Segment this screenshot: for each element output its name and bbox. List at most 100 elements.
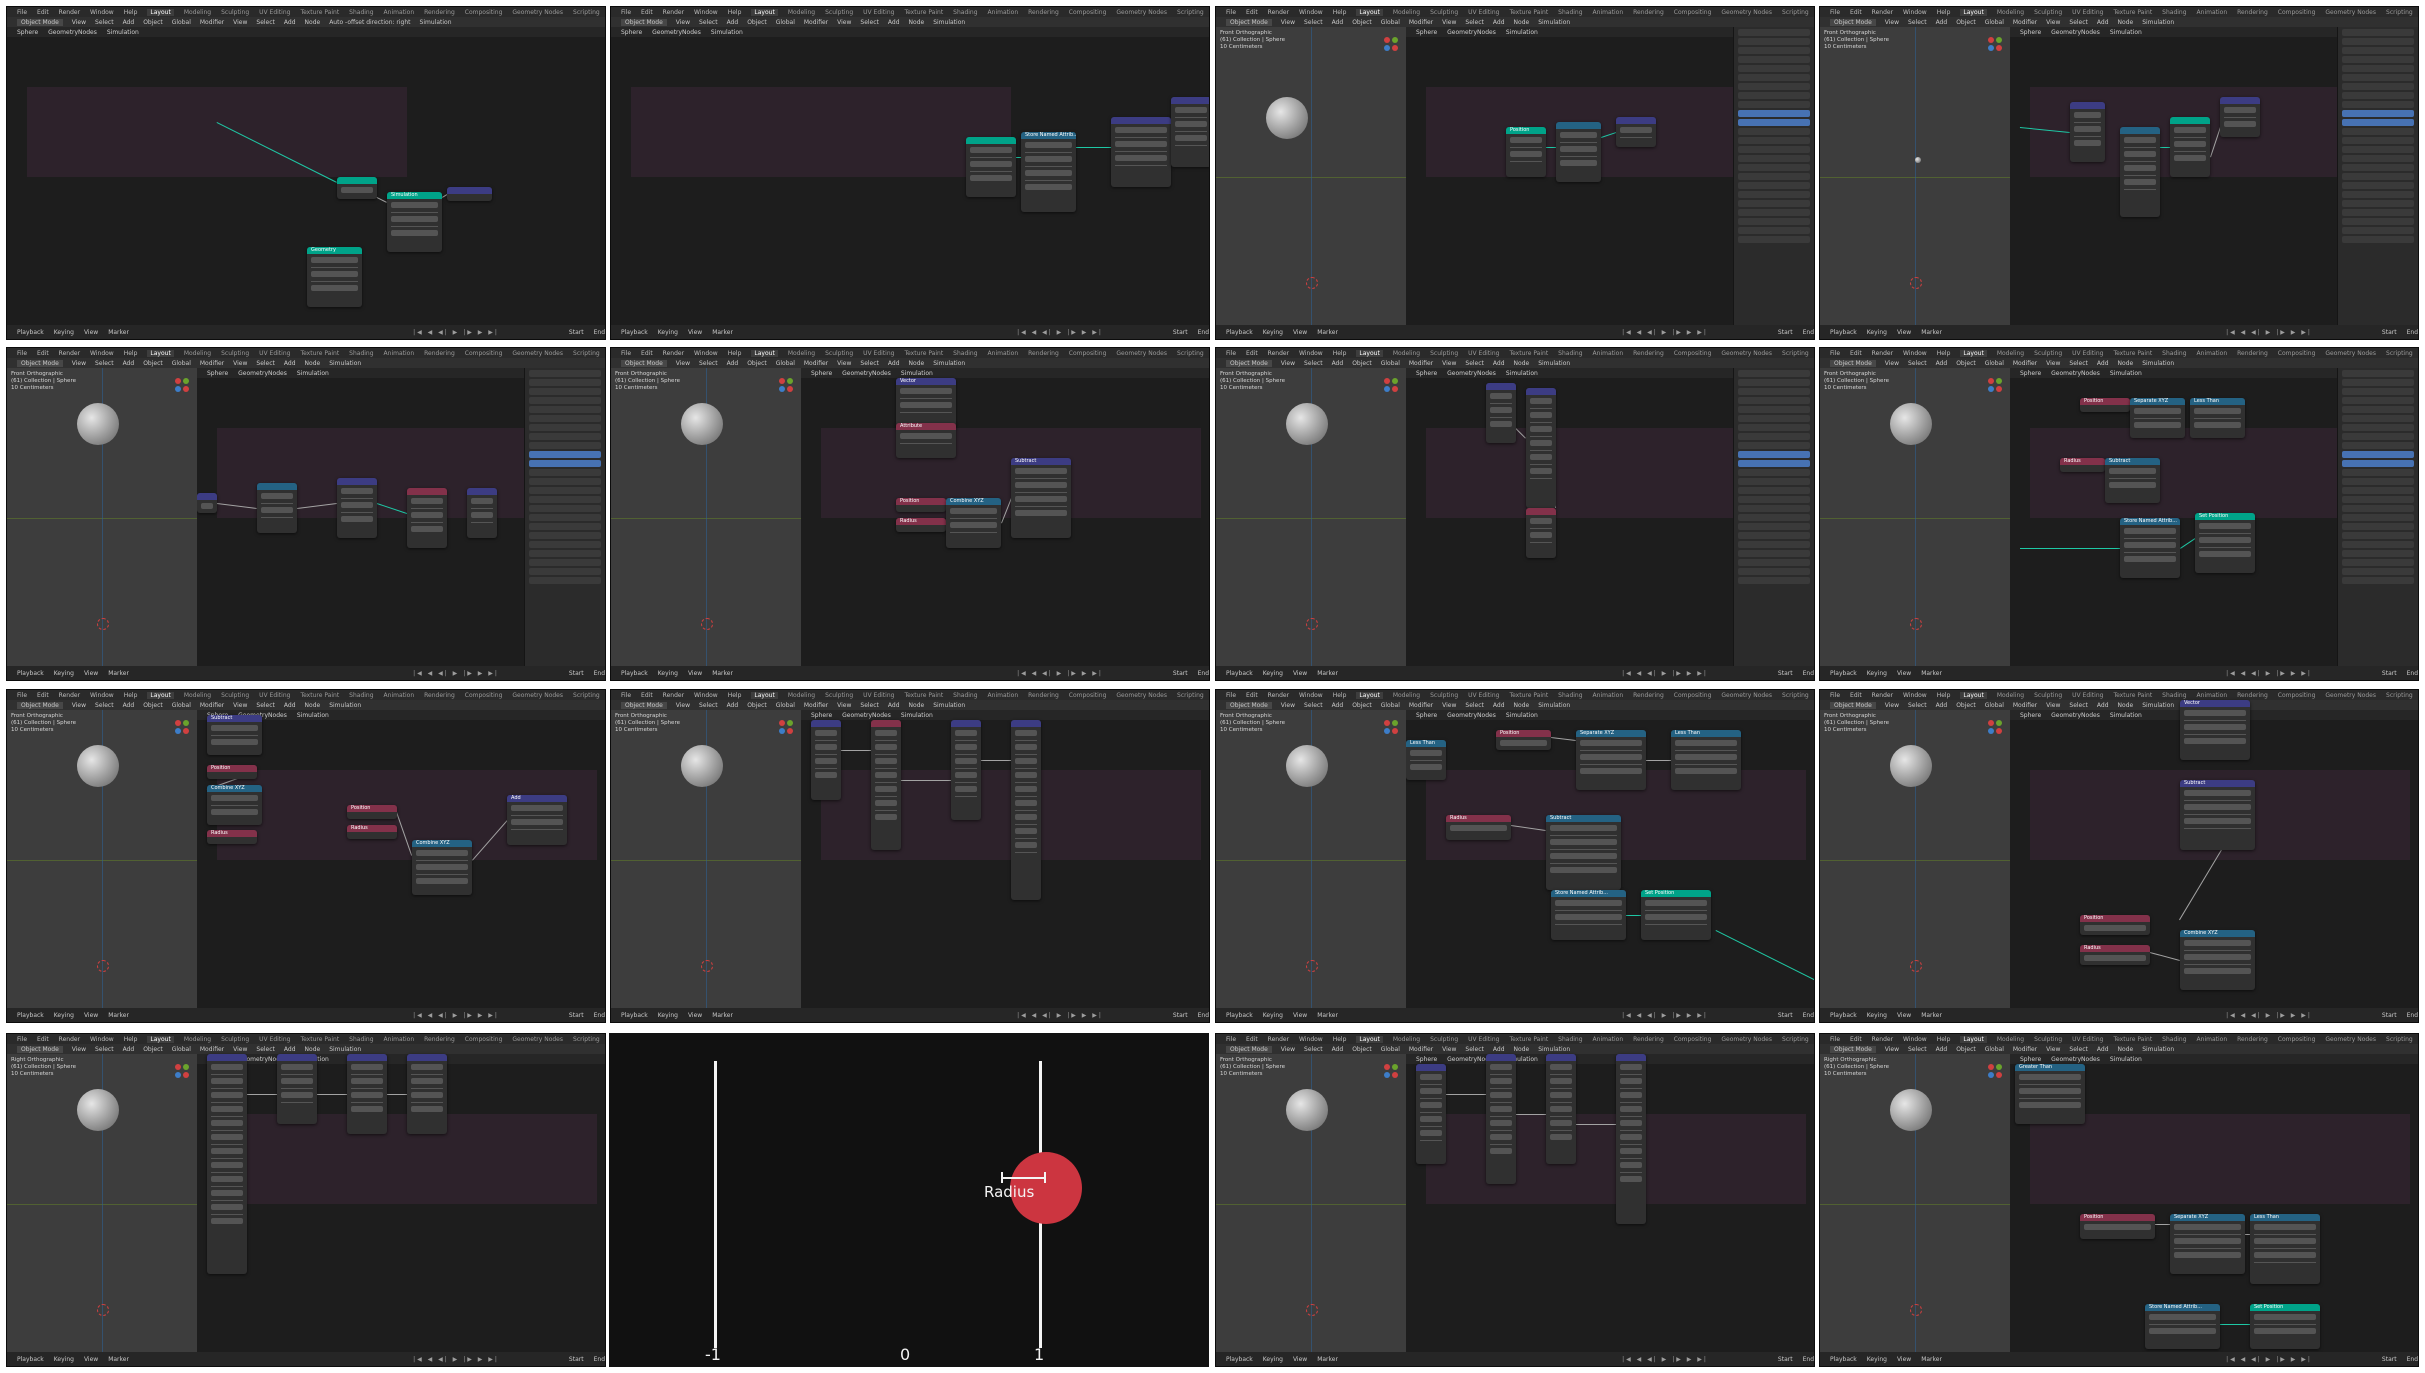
- node-header[interactable]: [257, 483, 297, 490]
- property-row[interactable]: [1738, 523, 1810, 530]
- playback-controls[interactable]: |◀ ◀ ◀| ▶ |▶ ▶ ▶|: [413, 329, 499, 336]
- navigation-gizmo-icon[interactable]: [1996, 378, 2002, 384]
- geometry-node[interactable]: Position: [2080, 915, 2150, 935]
- timeline-menu-item[interactable]: View: [84, 670, 98, 677]
- node-header[interactable]: Store Named Attrib...: [2120, 518, 2180, 525]
- workspace-tab[interactable]: Modeling: [788, 9, 815, 16]
- navigation-gizmo-icon[interactable]: [183, 720, 189, 726]
- property-row[interactable]: [1738, 173, 1810, 180]
- geometry-node[interactable]: Geometry: [307, 247, 362, 307]
- node-header[interactable]: [1546, 1054, 1576, 1061]
- property-row[interactable]: [2342, 505, 2414, 512]
- property-row[interactable]: [2342, 29, 2414, 36]
- property-row[interactable]: [529, 460, 601, 467]
- geometry-node[interactable]: Position: [347, 805, 397, 819]
- property-row[interactable]: [2342, 74, 2414, 81]
- workspace-tab[interactable]: Shading: [1558, 1036, 1582, 1043]
- node-header[interactable]: [2070, 102, 2105, 109]
- property-row[interactable]: [529, 550, 601, 557]
- breadcrumb-item[interactable]: Sphere: [207, 370, 228, 377]
- workspace-tab[interactable]: Geometry Nodes: [512, 1036, 563, 1043]
- timeline-menu-item[interactable]: Marker: [1921, 1012, 1942, 1019]
- playback-controls[interactable]: |◀ ◀ ◀| ▶ |▶ ▶ ▶|: [1017, 670, 1103, 677]
- workspace-tab[interactable]: Geometry Nodes: [1721, 9, 1772, 16]
- header-menu-item[interactable]: Object: [1956, 19, 1976, 26]
- playback-controls[interactable]: |◀ ◀ ◀| ▶ |▶ ▶ ▶|: [413, 1356, 499, 1363]
- geometry-node[interactable]: [2220, 97, 2260, 137]
- geometry-node[interactable]: [447, 187, 492, 201]
- workspace-tab[interactable]: Compositing: [465, 1036, 503, 1043]
- node-header[interactable]: Greater Than: [2015, 1064, 2085, 1071]
- timeline-menu-item[interactable]: Playback: [1830, 670, 1857, 677]
- node-header[interactable]: Position: [2080, 1214, 2155, 1221]
- 3d-cursor-icon[interactable]: [1306, 960, 1318, 972]
- 3d-cursor-icon[interactable]: [1306, 277, 1318, 289]
- property-row[interactable]: [1738, 541, 1810, 548]
- node-editor-menu-item[interactable]: Node: [305, 1046, 321, 1053]
- sphere-object[interactable]: [77, 1089, 119, 1131]
- menu-item[interactable]: Window: [1299, 1036, 1323, 1043]
- header-menu-item[interactable]: View: [1885, 702, 1899, 709]
- menu-item[interactable]: Render: [1872, 692, 1893, 699]
- menu-item[interactable]: Help: [728, 692, 742, 699]
- property-row[interactable]: [1738, 460, 1810, 467]
- breadcrumb-item[interactable]: GeometryNodes: [1447, 712, 1496, 719]
- navigation-gizmo-icon[interactable]: [779, 720, 785, 726]
- geometry-node[interactable]: [2170, 117, 2210, 177]
- menu-item[interactable]: Render: [663, 692, 684, 699]
- workspace-tab[interactable]: Texture Paint: [300, 692, 339, 699]
- mode-dropdown[interactable]: Object Mode: [621, 18, 667, 26]
- menu-item[interactable]: Render: [1872, 1036, 1893, 1043]
- timeline-menu-item[interactable]: Playback: [1226, 329, 1253, 336]
- node-editor-menu-item[interactable]: Select: [2069, 19, 2088, 26]
- workspace-tab[interactable]: Animation: [1593, 1036, 1624, 1043]
- workspace-tab[interactable]: Compositing: [1069, 692, 1107, 699]
- timeline-menu-item[interactable]: View: [1293, 670, 1307, 677]
- node-header[interactable]: Position: [896, 498, 946, 505]
- node-editor[interactable]: Sphere GeometryNodes Simulation Store Named…: [611, 27, 1209, 327]
- geometry-node[interactable]: Set Position: [2250, 1304, 2320, 1349]
- geometry-node[interactable]: [407, 488, 447, 548]
- node-header[interactable]: Position: [1496, 730, 1551, 737]
- node-header[interactable]: Combine XYZ: [412, 840, 472, 847]
- menu-item[interactable]: Help: [1937, 350, 1951, 357]
- property-row[interactable]: [1738, 56, 1810, 63]
- navigation-gizmo-icon[interactable]: [1392, 37, 1398, 43]
- property-row[interactable]: [2342, 523, 2414, 530]
- property-row[interactable]: [1738, 433, 1810, 440]
- header-menu-item[interactable]: Select: [95, 702, 114, 709]
- breadcrumb-item[interactable]: GeometryNodes: [2051, 370, 2100, 377]
- workspace-tab[interactable]: Rendering: [424, 1036, 455, 1043]
- node-editor-menu-item[interactable]: Modifier: [1409, 19, 1433, 26]
- geometry-node[interactable]: [197, 493, 217, 513]
- property-row[interactable]: [2342, 173, 2414, 180]
- node-editor-menu-item[interactable]: Add: [2097, 19, 2109, 26]
- geometry-node[interactable]: Store Named Attrib...: [1021, 132, 1076, 212]
- breadcrumb-item[interactable]: Sphere: [2020, 1056, 2041, 1063]
- workspace-tab[interactable]: Texture Paint: [300, 9, 339, 16]
- 3d-cursor-icon[interactable]: [97, 618, 109, 630]
- node-editor-menu-item[interactable]: Add: [284, 1046, 296, 1053]
- property-row[interactable]: [529, 433, 601, 440]
- navigation-gizmo-icon[interactable]: [1996, 1064, 2002, 1070]
- header-menu-item[interactable]: Global: [172, 702, 191, 709]
- property-row[interactable]: [2342, 137, 2414, 144]
- header-menu-item[interactable]: Global: [172, 1046, 191, 1053]
- workspace-tab[interactable]: UV Editing: [2072, 1036, 2103, 1043]
- property-row[interactable]: [2342, 209, 2414, 216]
- menu-item[interactable]: Render: [1872, 350, 1893, 357]
- node-header[interactable]: [2170, 117, 2210, 124]
- node-editor[interactable]: Sphere GeometryNodes Simulation Vector Attri…: [801, 368, 1209, 668]
- workspace-tab[interactable]: Layout: [1960, 691, 1987, 699]
- header-menu-item[interactable]: Select: [1908, 360, 1927, 367]
- workspace-tab[interactable]: Modeling: [184, 1036, 211, 1043]
- timeline-menu-item[interactable]: Keying: [1263, 670, 1283, 677]
- workspace-tab[interactable]: UV Editing: [259, 1036, 290, 1043]
- menu-item[interactable]: Edit: [1246, 1036, 1258, 1043]
- navigation-gizmo-icon[interactable]: [787, 386, 793, 392]
- workspace-tab[interactable]: Animation: [2197, 350, 2228, 357]
- timeline-menu-item[interactable]: Marker: [712, 329, 733, 336]
- workspace-tab[interactable]: UV Editing: [1468, 350, 1499, 357]
- property-row[interactable]: [1738, 92, 1810, 99]
- header-menu-item[interactable]: Object: [1352, 1046, 1372, 1053]
